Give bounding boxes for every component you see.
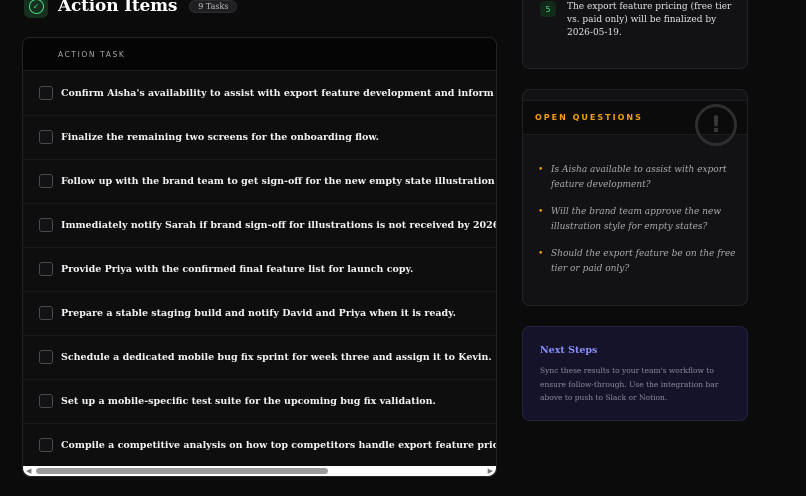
- bullet-icon: •: [538, 207, 544, 217]
- action-items-table: ACTION TASK Confirm Aisha's availability…: [22, 37, 497, 477]
- column-header-action-task: ACTION TASK: [58, 49, 126, 59]
- page-title: Action Items: [58, 0, 178, 16]
- task-checkbox[interactable]: [39, 218, 53, 232]
- table-row[interactable]: Immediately notify Sarah if brand sign-o…: [23, 203, 496, 248]
- open-questions-header: OPEN QUESTIONS !: [523, 100, 747, 146]
- task-text: Provide Priya with the confirmed final f…: [61, 263, 414, 275]
- open-questions-card: OPEN QUESTIONS ! • Is Aisha available to…: [522, 89, 748, 306]
- decision-card: 5 The export feature pricing (free tier …: [522, 0, 748, 69]
- decision-text: The export feature pricing (free tier vs…: [567, 2, 732, 38]
- task-count-badge: 9 Tasks: [189, 0, 238, 13]
- task-checkbox[interactable]: [39, 262, 53, 276]
- table-row[interactable]: Provide Priya with the confirmed final f…: [23, 247, 496, 292]
- task-checkbox[interactable]: [39, 350, 53, 364]
- table-row[interactable]: Follow up with the brand team to get sig…: [23, 159, 496, 204]
- task-text: Confirm Aisha's availability to assist w…: [61, 87, 496, 99]
- task-text: Finalize the remaining two screens for t…: [61, 131, 379, 143]
- task-text: Immediately notify Sarah if brand sign-o…: [61, 219, 497, 231]
- question-item: • Will the brand team approve the new il…: [538, 205, 738, 235]
- task-text: Schedule a dedicated mobile bug fix spri…: [61, 351, 492, 363]
- table-row[interactable]: Prepare a stable staging build and notif…: [23, 291, 496, 336]
- scrollbar-thumb[interactable]: [36, 468, 328, 474]
- task-text: Compile a competitive analysis on how to…: [61, 439, 497, 451]
- scroll-left-icon[interactable]: ◀: [26, 467, 31, 475]
- question-item: • Is Aisha available to assist with expo…: [538, 163, 738, 193]
- table-row[interactable]: Compile a competitive analysis on how to…: [23, 423, 496, 467]
- table-row[interactable]: Finalize the remaining two screens for t…: [23, 115, 496, 160]
- bullet-icon: •: [538, 249, 544, 259]
- task-checkbox[interactable]: [39, 306, 53, 320]
- next-steps-card: Next Steps Sync these results to your te…: [522, 326, 748, 421]
- task-text: Set up a mobile-specific test suite for …: [61, 395, 436, 407]
- question-text: Should the export feature be on the free…: [551, 249, 736, 274]
- task-checkbox[interactable]: [39, 86, 53, 100]
- task-checkbox[interactable]: [39, 174, 53, 188]
- decision-number-badge: 5: [540, 1, 556, 17]
- task-text: Prepare a stable staging build and notif…: [61, 307, 456, 319]
- table-row[interactable]: Set up a mobile-specific test suite for …: [23, 379, 496, 424]
- horizontal-scrollbar[interactable]: ◀ ▶: [23, 466, 496, 476]
- open-questions-title: OPEN QUESTIONS: [535, 113, 643, 122]
- bullet-icon: •: [538, 165, 544, 175]
- next-steps-title: Next Steps: [540, 345, 598, 356]
- next-steps-text: Sync these results to your team's workfl…: [540, 366, 719, 402]
- table-row[interactable]: Confirm Aisha's availability to assist w…: [23, 71, 496, 116]
- scroll-right-icon[interactable]: ▶: [488, 467, 493, 475]
- task-checkbox[interactable]: [39, 130, 53, 144]
- table-row[interactable]: Schedule a dedicated mobile bug fix spri…: [23, 335, 496, 380]
- check-circle-icon: ✓: [24, 0, 48, 18]
- question-text: Will the brand team approve the new illu…: [551, 207, 722, 232]
- page-header: ✓ Action Items 9 Tasks: [24, 0, 238, 18]
- question-item: • Should the export feature be on the fr…: [538, 247, 738, 277]
- task-checkbox[interactable]: [39, 438, 53, 452]
- exclamation-icon: !: [695, 104, 737, 146]
- task-text: Follow up with the brand team to get sig…: [61, 175, 497, 187]
- table-header: ACTION TASK: [23, 38, 496, 71]
- task-checkbox[interactable]: [39, 394, 53, 408]
- question-text: Is Aisha available to assist with export…: [551, 165, 727, 190]
